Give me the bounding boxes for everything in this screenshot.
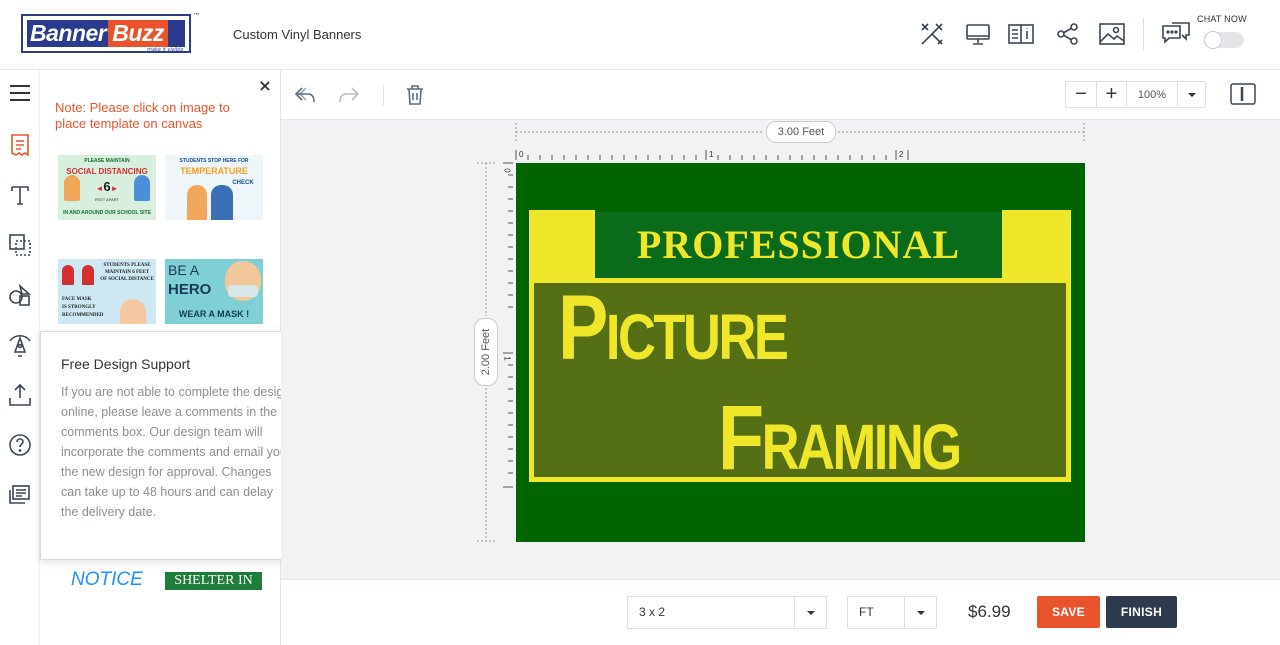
height-dimension-label: 2.00 Feet <box>474 318 498 386</box>
save-button[interactable]: SAVE <box>1037 596 1100 628</box>
headline-text[interactable]: PROFESSIONAL <box>595 221 1002 269</box>
framing-text[interactable]: Framing <box>718 387 962 489</box>
unit-select-value: FT <box>859 605 874 619</box>
accent-block-right <box>1002 210 1071 278</box>
size-select-value: 3 x 2 <box>639 605 666 619</box>
size-select[interactable]: 3 x 2 <box>627 596 827 629</box>
accent-block-left <box>529 210 595 278</box>
price-label: $6.99 <box>968 602 1011 621</box>
height-dimension-text: 2.00 Feet <box>480 328 492 376</box>
ruler-left-label: 0 <box>502 168 512 173</box>
chevron-down-icon[interactable] <box>904 597 936 628</box>
picture-text[interactable]: Picture <box>558 277 789 379</box>
finish-button[interactable]: FINISH <box>1106 596 1177 628</box>
unit-select[interactable]: FT <box>847 596 937 629</box>
ruler-top-label: 1 <box>709 150 714 159</box>
design-canvas[interactable]: PROFESSIONAL Picture Framing <box>516 163 1085 542</box>
chevron-down-icon[interactable] <box>794 597 826 628</box>
ruler-top-label: 2 <box>899 150 904 159</box>
picture-word: Picture <box>558 277 789 379</box>
width-dimension-label: 3.00 Feet <box>766 121 836 143</box>
framing-word: Framing <box>718 387 962 489</box>
ruler-left-label: 1 <box>502 356 512 361</box>
ruler-top-label: 0 <box>519 150 524 159</box>
bottom-action-bar: 3 x 2 FT $6.99 SAVE FINISH <box>281 579 1280 645</box>
